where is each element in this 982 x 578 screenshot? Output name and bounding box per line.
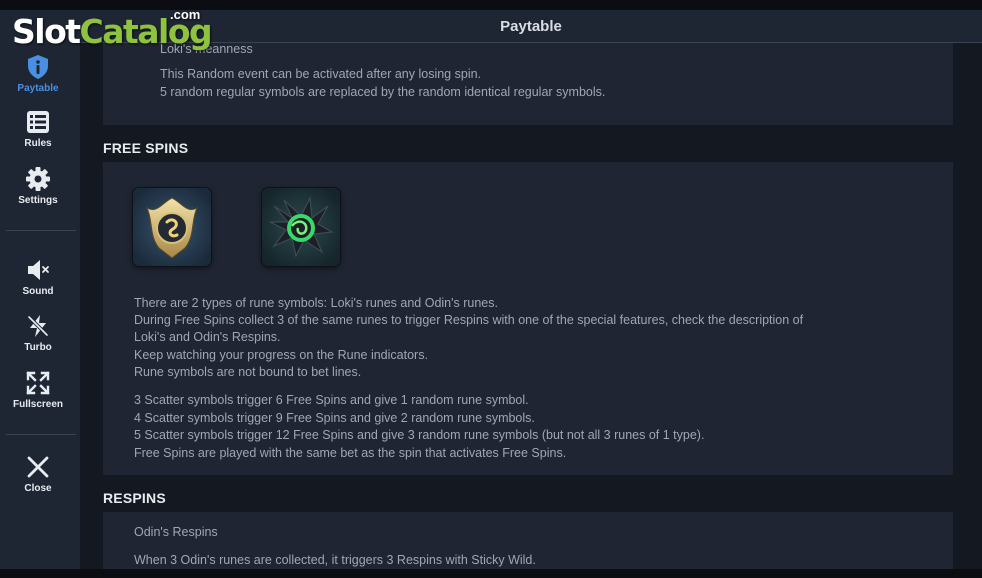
lightning-off-icon bbox=[27, 315, 49, 337]
text-line: 5 Scatter symbols trigger 12 Free Spins … bbox=[134, 428, 705, 442]
free-spins-panel: There are 2 types of rune symbols: Loki'… bbox=[103, 162, 953, 475]
sidebar-item-label: Rules bbox=[24, 138, 52, 149]
sidebar-item-label: Settings bbox=[18, 195, 58, 206]
text-line: When 3 Odin's runes are collected, it tr… bbox=[134, 553, 536, 567]
sidebar-item-label: Paytable bbox=[17, 83, 59, 94]
text-line: 3 Scatter symbols trigger 6 Free Spins a… bbox=[134, 393, 529, 407]
sidebar-item-close[interactable]: Close bbox=[0, 454, 76, 504]
respins-heading: RESPINS bbox=[103, 490, 166, 506]
text-line: Free Spins are played with the same bet … bbox=[134, 446, 567, 460]
sidebar-item-paytable[interactable]: Paytable bbox=[0, 54, 76, 104]
text-line: Rune symbols are not bound to bet lines. bbox=[134, 365, 362, 379]
logo-suffix: .com bbox=[170, 7, 201, 22]
info-icon bbox=[28, 55, 48, 79]
odin-rune-icon bbox=[262, 188, 340, 266]
sidebar-item-label: Fullscreen bbox=[12, 399, 64, 410]
text-line: Loki's and Odin's Respins. bbox=[134, 330, 281, 344]
header-bar: Paytable bbox=[80, 10, 982, 43]
lokis-meanness-panel: Loki's meanness This Random event can be… bbox=[103, 43, 953, 125]
sidebar-item-settings[interactable]: Settings bbox=[0, 166, 76, 216]
free-spins-heading: FREE SPINS bbox=[103, 140, 189, 156]
paytable-content[interactable]: Loki's meanness This Random event can be… bbox=[80, 43, 982, 569]
text-line: 5 random regular symbols are replaced by… bbox=[160, 85, 606, 99]
sidebar-item-turbo[interactable]: Turbo bbox=[0, 313, 76, 363]
sidebar-item-label: Sound bbox=[22, 286, 54, 297]
sidebar-item-rules[interactable]: Rules bbox=[0, 109, 76, 159]
fullscreen-icon bbox=[26, 371, 50, 395]
sidebar-item-label: Close bbox=[24, 483, 52, 494]
list-icon bbox=[27, 111, 49, 133]
sidebar-item-sound[interactable]: Sound bbox=[0, 257, 76, 307]
panel-subtitle: Odin's Respins bbox=[134, 525, 218, 539]
loki-rune-icon bbox=[133, 188, 211, 266]
game-frame: Paytable Rules Settings Sound Turbo Full… bbox=[0, 10, 982, 569]
respins-panel: Odin's Respins When 3 Odin's runes are c… bbox=[103, 512, 953, 569]
close-icon bbox=[27, 456, 49, 478]
text-line: There are 2 types of rune symbols: Loki'… bbox=[134, 296, 498, 310]
sidebar-item-label: Turbo bbox=[24, 342, 52, 353]
sidebar: Paytable Rules Settings Sound Turbo Full… bbox=[0, 10, 80, 569]
gear-icon bbox=[26, 167, 50, 191]
text-line: 4 Scatter symbols trigger 9 Free Spins a… bbox=[134, 411, 535, 425]
sidebar-item-fullscreen[interactable]: Fullscreen bbox=[0, 370, 76, 420]
slotcatalog-logo: SlotCatalog .com bbox=[12, 7, 213, 51]
sidebar-divider bbox=[6, 434, 76, 435]
text-line: Keep watching your progress on the Rune … bbox=[134, 348, 428, 362]
sidebar-divider bbox=[6, 230, 76, 231]
sound-muted-icon bbox=[28, 260, 49, 280]
text-line: This Random event can be activated after… bbox=[160, 67, 482, 81]
page-title: Paytable bbox=[500, 17, 562, 35]
text-line: During Free Spins collect 3 of the same … bbox=[134, 313, 804, 327]
